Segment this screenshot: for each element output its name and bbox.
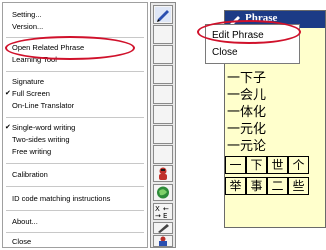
char-cell[interactable]: 二 (267, 177, 288, 195)
char-grid-row: 一 下 世 个 (225, 156, 325, 174)
menu-item-setting[interactable]: Setting... (3, 9, 147, 21)
char-cell[interactable]: 下 (246, 156, 267, 174)
menu-separator (6, 232, 144, 233)
menu-item-calibration[interactable]: Calibration (3, 169, 147, 181)
swap-arrows-icon[interactable]: X ← → E (153, 203, 173, 220)
menu-item-about[interactable]: About... (3, 216, 147, 228)
char-cell[interactable]: 个 (288, 156, 309, 174)
char-grid-row: 举 事 二 些 (225, 177, 325, 195)
phrase-item[interactable]: 一元化 (227, 122, 266, 137)
menu-item-label: Free writing (12, 147, 52, 156)
pen-pointer-icon[interactable] (153, 5, 173, 24)
menu-item-label: Full Screen (12, 89, 50, 98)
menu-item-label: Two-sides writing (12, 135, 70, 144)
menu-item-signature[interactable]: Signature (3, 76, 147, 88)
checkmark-icon: ✔ (5, 90, 11, 97)
menu-item-label: Version... (12, 22, 44, 31)
phrase-title: Phrase (245, 12, 278, 24)
toolbar-button[interactable] (153, 105, 173, 124)
menu-item-label: Setting... (12, 10, 42, 19)
menu-separator (6, 163, 144, 164)
menu-item-close[interactable]: Close (3, 236, 147, 248)
menu-separator (6, 186, 144, 187)
char-cell[interactable]: 些 (288, 177, 309, 195)
svg-text:E: E (163, 212, 167, 219)
menu-item-label: Open Related Phrase (12, 43, 85, 52)
person-icon[interactable] (153, 165, 173, 182)
menu-item-label: On-Line Translator (12, 101, 75, 110)
menu-item-label: Close (12, 237, 32, 246)
phrase-item[interactable]: 一体化 (227, 105, 266, 120)
menu-separator (6, 71, 144, 72)
pen-icon[interactable] (153, 222, 173, 234)
menu-item-label: Single-word writing (12, 123, 76, 132)
toolbar-button[interactable] (153, 45, 173, 64)
toolbar-button[interactable] (153, 25, 173, 44)
menu-item-single-word-writing[interactable]: ✔ Single-word writing (3, 122, 147, 134)
menu-item-two-sides-writing[interactable]: Two-sides writing (3, 134, 147, 146)
menu-item-version[interactable]: Version... (3, 21, 147, 33)
phrase-item[interactable]: 一下子 (227, 71, 266, 86)
menu-item-id-code-matching[interactable]: ID code matching instructions (3, 193, 147, 205)
toolbar-button[interactable] (153, 125, 173, 144)
popup-item-close[interactable]: Close (212, 47, 238, 58)
char-cell[interactable]: 一 (225, 156, 246, 174)
svg-text:→: → (155, 212, 161, 219)
globe-icon[interactable] (153, 184, 173, 201)
teacher-icon[interactable] (153, 235, 173, 247)
popup-menu: Edit Phrase Close (205, 24, 300, 64)
menu-item-label: Calibration (12, 170, 48, 179)
menu-item-label: Signature (12, 77, 45, 86)
menu-item-learning-tool[interactable]: Learning Tool (3, 54, 147, 66)
menu-item-label: About... (12, 217, 38, 226)
menu-separator (6, 37, 144, 38)
toolbar-button[interactable] (153, 85, 173, 104)
menu-item-free-writing[interactable]: Free writing (3, 146, 147, 158)
phrase-item[interactable]: 一元论 (227, 139, 266, 154)
vertical-toolbar: X ← → E (150, 2, 176, 248)
char-cell[interactable]: 世 (267, 156, 288, 174)
menu-item-full-screen[interactable]: ✔ Full Screen (3, 88, 147, 100)
context-menu: Setting... Version... Open Related Phras… (2, 2, 148, 248)
phrase-item[interactable]: 一会儿 (227, 88, 266, 103)
char-cell[interactable]: 举 (225, 177, 246, 195)
menu-item-online-translator[interactable]: On-Line Translator (3, 100, 147, 112)
toolbar-button[interactable] (153, 65, 173, 84)
checkmark-icon: ✔ (5, 124, 11, 131)
toolbar-button[interactable] (153, 145, 173, 164)
menu-separator (6, 210, 144, 211)
menu-separator (6, 117, 144, 118)
menu-item-open-related-phrase[interactable]: Open Related Phrase (3, 42, 147, 54)
popup-item-edit-phrase[interactable]: Edit Phrase (212, 30, 264, 41)
menu-item-label: ID code matching instructions (12, 194, 111, 203)
menu-item-label: Learning Tool (12, 55, 57, 64)
char-cell[interactable]: 事 (246, 177, 267, 195)
